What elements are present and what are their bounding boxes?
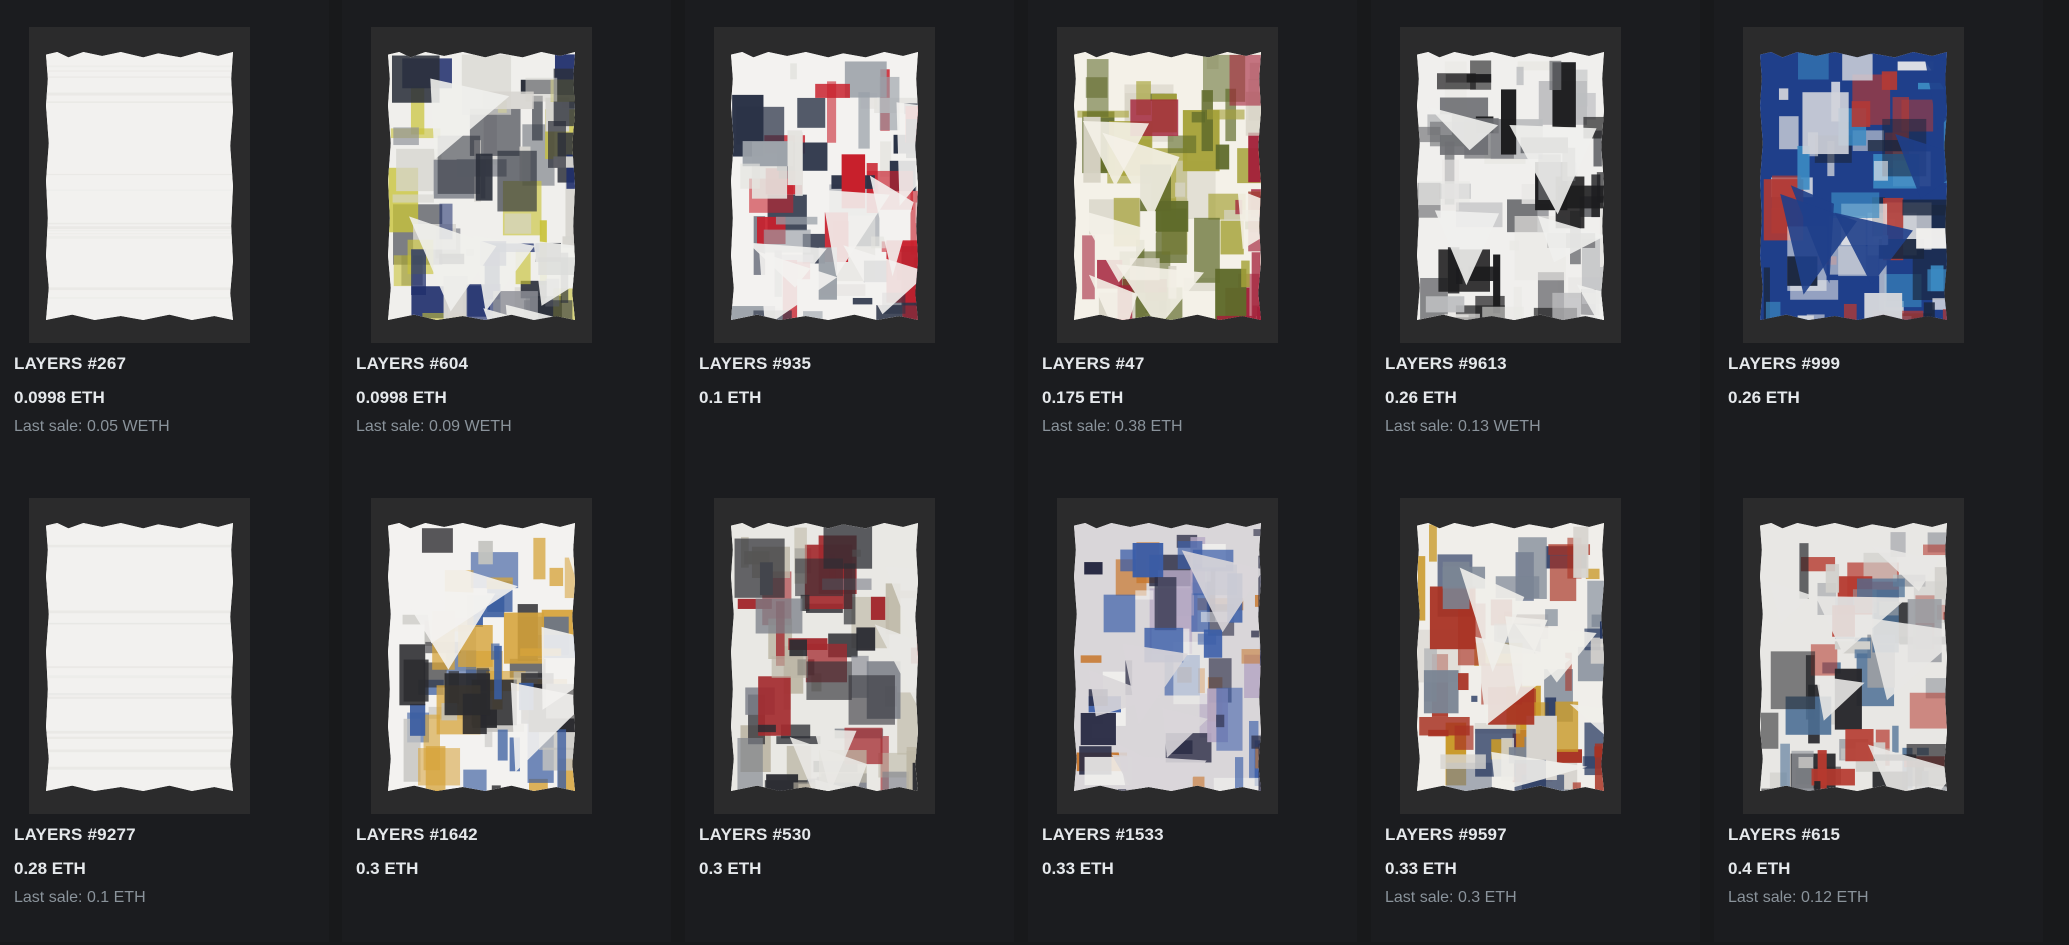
- nft-image[interactable]: [1417, 52, 1604, 320]
- nft-image-frame: [1057, 498, 1278, 814]
- nft-image-frame: [371, 498, 592, 814]
- nft-price: 0.175 ETH: [1042, 388, 1124, 407]
- nft-card[interactable]: LAYERS #615 0.4 ETH Last sale: 0.12 ETH: [1714, 471, 2043, 942]
- nft-card[interactable]: LAYERS #267 0.0998 ETH Last sale: 0.05 W…: [0, 0, 329, 471]
- nft-last-sale: Last sale: 0.05 WETH: [14, 418, 170, 436]
- nft-title[interactable]: LAYERS #9277: [14, 825, 136, 845]
- nft-card[interactable]: LAYERS #9597 0.33 ETH Last sale: 0.3 ETH: [1371, 471, 1700, 942]
- nft-price: 0.1 ETH: [699, 388, 762, 407]
- nft-title[interactable]: LAYERS #615: [1728, 825, 1840, 845]
- nft-artwork: [1417, 52, 1604, 320]
- nft-price: 0.26 ETH: [1385, 388, 1457, 407]
- nft-price: 0.3 ETH: [356, 859, 419, 878]
- nft-price: 0.33 ETH: [1385, 859, 1457, 878]
- nft-card[interactable]: LAYERS #604 0.0998 ETH Last sale: 0.09 W…: [342, 0, 671, 471]
- nft-card[interactable]: LAYERS #1533 0.33 ETH: [1028, 471, 1357, 942]
- last-sale-label: Last sale:: [1728, 889, 1797, 906]
- nft-image-frame: [1400, 498, 1621, 814]
- last-sale-value: 0.38 ETH: [1114, 418, 1183, 435]
- nft-image-frame: [29, 498, 250, 814]
- nft-card[interactable]: LAYERS #530 0.3 ETH: [685, 471, 1014, 942]
- nft-title[interactable]: LAYERS #1642: [356, 825, 478, 845]
- nft-image[interactable]: [1760, 523, 1947, 791]
- nft-image[interactable]: [731, 52, 918, 320]
- nft-artwork: [388, 52, 575, 320]
- nft-price: 0.0998 ETH: [14, 388, 105, 407]
- nft-image[interactable]: [731, 523, 918, 791]
- nft-artwork: [1074, 52, 1261, 320]
- nft-image-frame: [1057, 27, 1278, 343]
- nft-price: 0.3 ETH: [699, 859, 762, 878]
- nft-price: 0.0998 ETH: [356, 388, 447, 407]
- nft-last-sale: Last sale: 0.3 ETH: [1385, 889, 1517, 907]
- nft-title[interactable]: LAYERS #47: [1042, 354, 1144, 374]
- nft-card[interactable]: LAYERS #1642 0.3 ETH: [342, 471, 671, 942]
- nft-title[interactable]: LAYERS #9613: [1385, 354, 1507, 374]
- nft-price: 0.4 ETH: [1728, 859, 1791, 878]
- nft-card[interactable]: LAYERS #47 0.175 ETH Last sale: 0.38 ETH: [1028, 0, 1357, 471]
- nft-image[interactable]: [46, 523, 233, 791]
- last-sale-label: Last sale:: [1385, 889, 1454, 906]
- nft-title[interactable]: LAYERS #1533: [1042, 825, 1164, 845]
- nft-image-frame: [29, 27, 250, 343]
- last-sale-label: Last sale:: [356, 418, 425, 435]
- nft-image-frame: [1743, 27, 1964, 343]
- nft-grid: LAYERS #267 0.0998 ETH Last sale: 0.05 W…: [0, 0, 2069, 945]
- nft-last-sale: Last sale: 0.09 WETH: [356, 418, 512, 436]
- nft-card[interactable]: LAYERS #9613 0.26 ETH Last sale: 0.13 WE…: [1371, 0, 1700, 471]
- last-sale-value: 0.09 WETH: [428, 418, 512, 435]
- nft-image[interactable]: [1417, 523, 1604, 791]
- nft-last-sale: Last sale: 0.38 ETH: [1042, 418, 1183, 436]
- nft-title[interactable]: LAYERS #9597: [1385, 825, 1507, 845]
- nft-image[interactable]: [388, 523, 575, 791]
- nft-title[interactable]: LAYERS #604: [356, 354, 468, 374]
- nft-artwork: [1417, 523, 1604, 791]
- nft-artwork: [1760, 52, 1947, 320]
- nft-last-sale: Last sale: 0.12 ETH: [1728, 889, 1869, 907]
- nft-artwork: [731, 523, 918, 791]
- last-sale-label: Last sale:: [14, 889, 83, 906]
- last-sale-value: 0.12 ETH: [1800, 889, 1869, 906]
- nft-artwork: [388, 523, 575, 791]
- last-sale-label: Last sale:: [14, 418, 83, 435]
- nft-image-frame: [371, 27, 592, 343]
- nft-last-sale: Last sale: 0.1 ETH: [14, 889, 146, 907]
- nft-price: 0.33 ETH: [1042, 859, 1114, 878]
- nft-card[interactable]: LAYERS #999 0.26 ETH: [1714, 0, 2043, 471]
- nft-artwork: [46, 523, 233, 791]
- nft-title[interactable]: LAYERS #530: [699, 825, 811, 845]
- nft-image[interactable]: [1760, 52, 1947, 320]
- nft-artwork: [46, 52, 233, 320]
- nft-image-frame: [1743, 498, 1964, 814]
- last-sale-value: 0.1 ETH: [86, 889, 146, 906]
- nft-image[interactable]: [1074, 52, 1261, 320]
- last-sale-value: 0.3 ETH: [1457, 889, 1517, 906]
- nft-image-frame: [714, 27, 935, 343]
- nft-image[interactable]: [388, 52, 575, 320]
- nft-title[interactable]: LAYERS #935: [699, 354, 811, 374]
- nft-price: 0.26 ETH: [1728, 388, 1800, 407]
- nft-price: 0.28 ETH: [14, 859, 86, 878]
- nft-card[interactable]: LAYERS #9277 0.28 ETH Last sale: 0.1 ETH: [0, 471, 329, 942]
- last-sale-value: 0.05 WETH: [86, 418, 170, 435]
- nft-title[interactable]: LAYERS #999: [1728, 354, 1840, 374]
- nft-image[interactable]: [1074, 523, 1261, 791]
- nft-artwork: [1074, 523, 1261, 791]
- nft-image-frame: [714, 498, 935, 814]
- nft-artwork: [1760, 523, 1947, 791]
- nft-artwork: [731, 52, 918, 320]
- nft-title[interactable]: LAYERS #267: [14, 354, 126, 374]
- nft-image[interactable]: [46, 52, 233, 320]
- nft-image-frame: [1400, 27, 1621, 343]
- last-sale-label: Last sale:: [1042, 418, 1111, 435]
- last-sale-value: 0.13 WETH: [1457, 418, 1541, 435]
- last-sale-label: Last sale:: [1385, 418, 1454, 435]
- nft-card[interactable]: LAYERS #935 0.1 ETH: [685, 0, 1014, 471]
- nft-last-sale: Last sale: 0.13 WETH: [1385, 418, 1541, 436]
